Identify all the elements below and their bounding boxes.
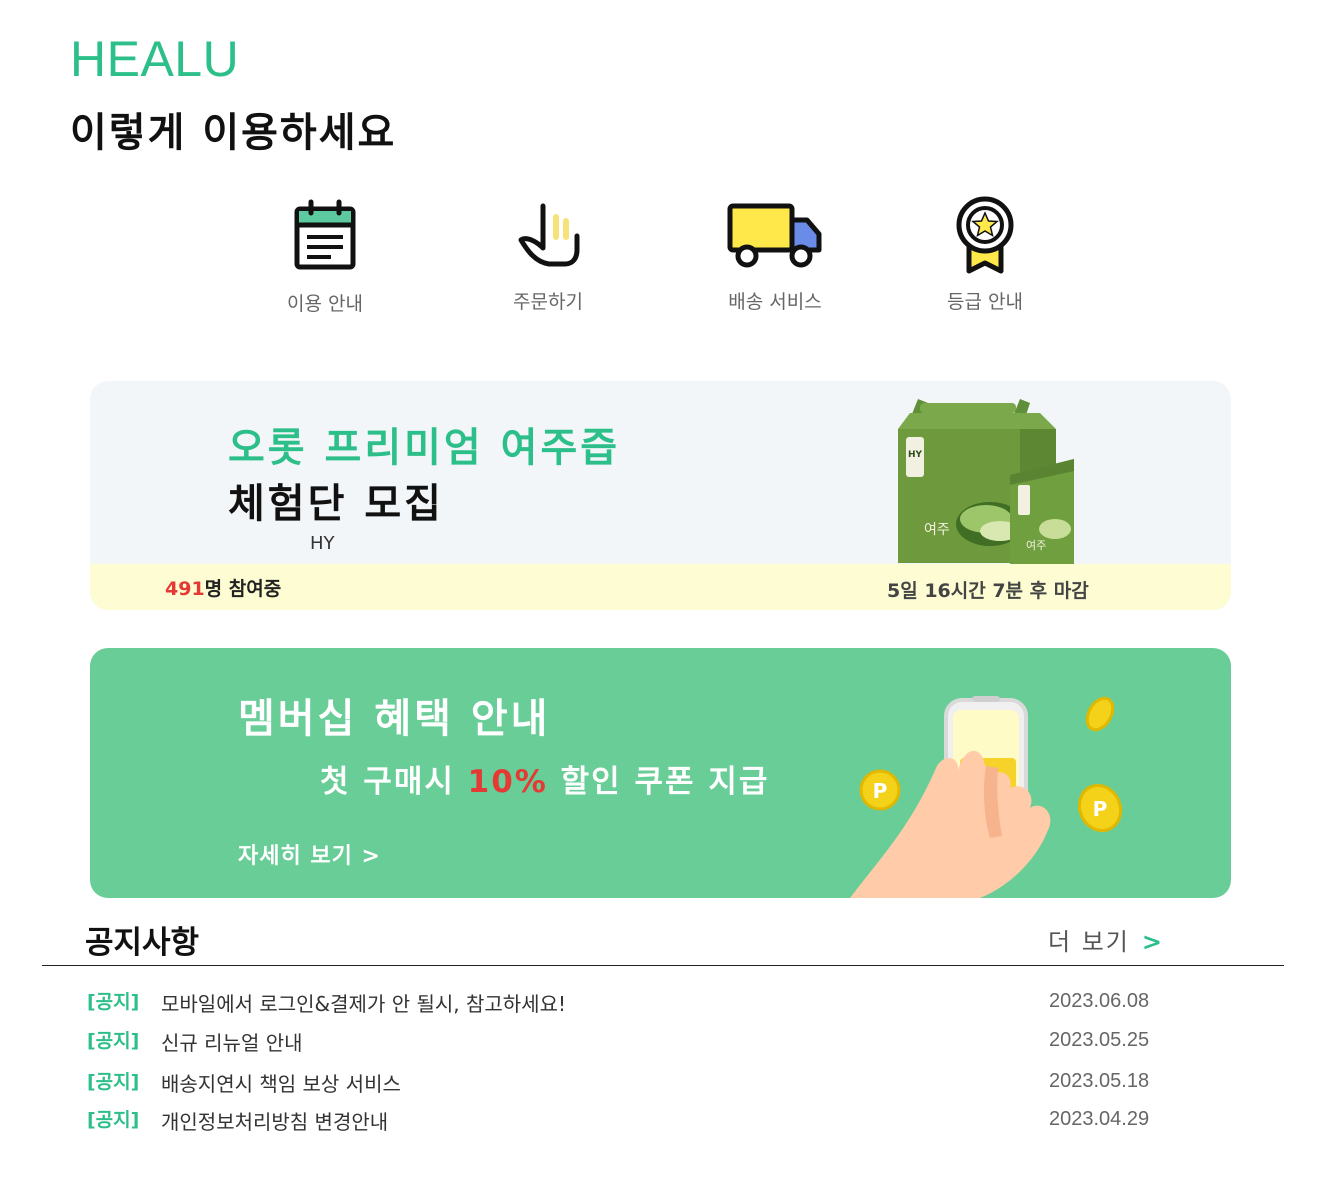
guide-delivery-label: 배송 서비스 [728,291,822,313]
svg-text:HY: HY [908,450,923,460]
membership-title: 멤버십 혜택 안내 [238,696,551,742]
tap-hand-icon [498,195,598,275]
trial-deadline: 5일 16시간 7분 후 마감 [887,580,1089,602]
notice-text[interactable]: 신규 리뉴얼 안내 [161,1027,303,1056]
notice-tag: [공지] [87,991,140,1013]
notice-title: 공지사항 [85,925,200,961]
svg-text:P: P [1093,797,1108,821]
notice-date: 2023.06.08 [1049,990,1150,1012]
phone-hand-illustration: P P [850,688,1140,898]
guide-usage[interactable]: 이용 안내 [255,195,395,316]
delivery-truck-icon [725,195,825,275]
notice-item[interactable]: [공지] 개인정보처리방침 변경안내 2023.04.29 [87,1105,1167,1135]
notice-more-link[interactable]: 더 보기 > [1048,922,1164,957]
notice-date: 2023.04.29 [1049,1108,1150,1130]
page-title: 이렇게 이용하세요 [70,110,397,156]
notice-tag: [공지] [87,1030,140,1052]
membership-details-link[interactable]: 자세히 보기 > [238,838,381,870]
notice-item[interactable]: [공지] 모바일에서 로그인&결제가 안 될시, 참고하세요! 2023.06.… [87,987,1167,1017]
membership-banner[interactable]: 멤버십 혜택 안내 첫 구매시 10% 할인 쿠폰 지급 자세히 보기 > P … [90,648,1231,898]
medal-icon [935,195,1035,275]
trial-brand: HY [310,533,335,554]
notice-date: 2023.05.25 [1049,1029,1150,1051]
guide-order[interactable]: 주문하기 [478,195,618,314]
brand-logo[interactable]: HEALU [70,30,239,88]
svg-text:여주: 여주 [924,522,950,538]
participant-count: 491명 참여중 [165,578,282,600]
svg-text:P: P [873,779,888,803]
membership-offer: 첫 구매시 10% 할인 쿠폰 지급 [320,764,770,800]
notice-tag: [공지] [87,1071,140,1093]
trial-title: 오롯 프리미엄 여주즙 [228,425,621,471]
notice-text[interactable]: 모바일에서 로그인&결제가 안 될시, 참고하세요! [161,988,566,1017]
guide-usage-label: 이용 안내 [287,293,363,315]
notice-text[interactable]: 개인정보처리방침 변경안내 [161,1106,388,1135]
notice-divider [42,965,1284,966]
notice-item[interactable]: [공지] 신규 리뉴얼 안내 2023.05.25 [87,1026,1167,1056]
trial-subtitle: 체험단 모집 [228,481,444,527]
calendar-icon [275,195,375,275]
guide-order-label: 주문하기 [513,291,583,313]
notice-date: 2023.05.18 [1049,1070,1150,1092]
guide-grade-label: 등급 안내 [947,291,1023,313]
guide-delivery[interactable]: 배송 서비스 [705,195,845,314]
chevron-right-icon: > [1141,928,1164,956]
product-image: HY 여주 여주 [890,399,1090,573]
notice-text[interactable]: 배송지연시 책임 보상 서비스 [161,1068,401,1097]
notice-tag: [공지] [87,1109,140,1131]
guide-grade[interactable]: 등급 안내 [915,195,1055,314]
trial-banner[interactable]: 오롯 프리미엄 여주즙 체험단 모집 HY HY 여주 여주 491명 참여중 … [90,381,1231,610]
trial-status-bar: 491명 참여중 5일 16시간 7분 후 마감 [90,564,1231,610]
svg-text:여주: 여주 [1026,539,1046,552]
notice-item[interactable]: [공지] 배송지연시 책임 보상 서비스 2023.05.18 [87,1067,1167,1097]
